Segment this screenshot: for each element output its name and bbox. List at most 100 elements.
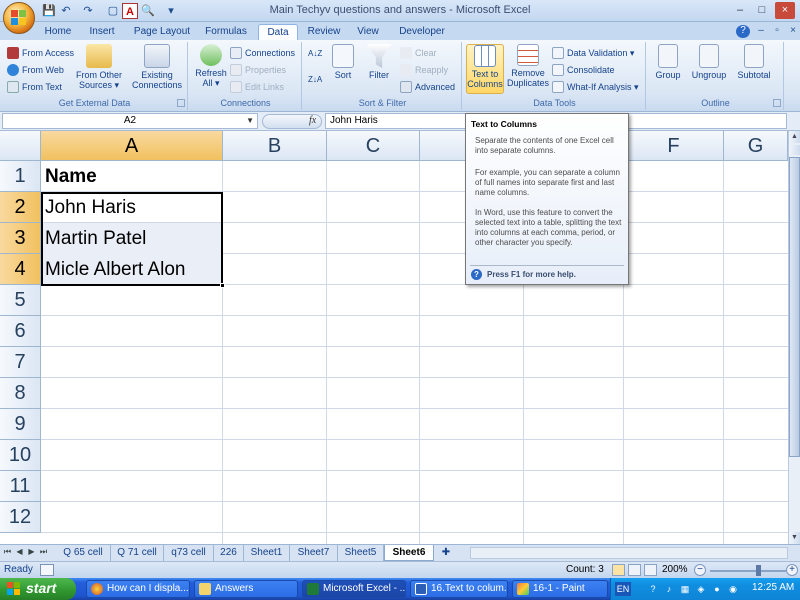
tab-home[interactable]: Home (40, 24, 76, 40)
text-to-columns-button[interactable]: Text to Columns (466, 44, 504, 94)
sheet-tab[interactable]: Sheet1 (244, 545, 290, 561)
scroll-down-icon[interactable]: ▼ (789, 532, 800, 544)
tab-formulas[interactable]: Formulas (200, 24, 252, 40)
properties-button[interactable]: Properties (230, 62, 286, 78)
data-validation-button[interactable]: Data Validation ▾ (552, 45, 634, 61)
zoom-slider-thumb[interactable] (756, 565, 761, 576)
close-button[interactable]: × (775, 2, 795, 19)
row-header-7[interactable]: 7 (0, 347, 41, 378)
help-icon[interactable]: ? (736, 25, 750, 38)
scroll-up-icon[interactable]: ▲ (789, 131, 800, 143)
row-header-11[interactable]: 11 (0, 471, 41, 502)
from-text-button[interactable]: From Text (7, 79, 62, 95)
macro-recording-icon[interactable] (40, 564, 54, 576)
zoom-in-icon[interactable]: + (786, 564, 798, 576)
insert-function-icon[interactable]: fx (309, 115, 316, 126)
split-box[interactable] (789, 145, 800, 155)
sort-button[interactable]: Sort (328, 44, 358, 94)
first-sheet-icon[interactable]: ⏮ (2, 547, 13, 557)
next-sheet-icon[interactable]: ▶ (26, 547, 37, 556)
worksheet-grid[interactable]: A B C D E F G 1 2 3 4 5 6 7 8 9 10 11 12… (0, 131, 788, 544)
clock[interactable]: 12:25 AM (752, 582, 794, 593)
ribbon-close-icon[interactable]: × (786, 25, 800, 38)
sheet-tab-active[interactable]: Sheet6 (384, 545, 434, 561)
reapply-button[interactable]: Reapply (400, 62, 448, 78)
sort-a-to-z-button[interactable]: A↓Z (308, 46, 322, 62)
vertical-scrollbar[interactable]: ▲ ▼ (788, 131, 800, 544)
page-break-view-icon[interactable] (644, 564, 657, 576)
tab-view[interactable]: View (350, 24, 386, 40)
sort-z-to-a-button[interactable]: Z↓A (308, 72, 322, 88)
sheet-tab[interactable]: Sheet7 (290, 545, 338, 561)
zoom-slider[interactable] (710, 570, 786, 572)
taskbar-item-excel[interactable]: Microsoft Excel - ... (302, 580, 406, 598)
ribbon-minimize-icon[interactable]: – (754, 25, 768, 38)
row-header-6[interactable]: 6 (0, 316, 41, 347)
language-indicator[interactable]: EN (615, 582, 631, 596)
taskbar-item-paint[interactable]: 16-1 - Paint (512, 580, 608, 598)
last-sheet-icon[interactable]: ⏭ (38, 547, 49, 557)
sheet-tab[interactable]: Q 71 cell (111, 545, 164, 561)
dialog-launcher-icon[interactable] (773, 99, 781, 107)
from-other-sources-button[interactable]: From Other Sources ▾ (74, 44, 124, 94)
filter-button[interactable]: Filter (362, 44, 396, 94)
existing-connections-button[interactable]: Existing Connections (130, 44, 184, 94)
tray-app-icon[interactable]: ● (711, 582, 723, 596)
shield-icon[interactable]: ◈ (695, 582, 707, 596)
sheet-tab[interactable]: 226 (214, 545, 244, 561)
taskbar-item-folder[interactable]: Answers (194, 580, 298, 598)
dialog-launcher-icon[interactable] (177, 99, 185, 107)
row-header-2[interactable]: 2 (0, 192, 41, 223)
what-if-analysis-button[interactable]: What-If Analysis ▾ (552, 79, 639, 95)
group-button[interactable]: Group (650, 44, 686, 94)
zoom-level[interactable]: 200% (662, 564, 688, 575)
taskbar-item-browser[interactable]: How can I displa... (86, 580, 190, 598)
consolidate-button[interactable]: Consolidate (552, 62, 615, 78)
prev-sheet-icon[interactable]: ◀ (14, 547, 25, 556)
column-header-a[interactable]: A (41, 131, 223, 161)
tab-developer[interactable]: Developer (394, 24, 450, 40)
remove-duplicates-button[interactable]: Remove Duplicates (506, 44, 550, 94)
row-header-12[interactable]: 12 (0, 502, 41, 533)
sheet-tab[interactable]: q73 cell (164, 545, 214, 561)
office-button[interactable] (3, 2, 35, 34)
fill-handle[interactable] (220, 283, 225, 288)
network-icon[interactable]: ▦ (679, 582, 691, 596)
subtotal-button[interactable]: Subtotal (732, 44, 776, 94)
refresh-all-button[interactable]: Refresh All ▾ (192, 44, 230, 94)
tab-insert[interactable]: Insert (82, 24, 122, 40)
row-header-8[interactable]: 8 (0, 378, 41, 409)
scroll-thumb[interactable] (789, 157, 800, 457)
sheet-tab[interactable]: Sheet5 (338, 545, 384, 561)
edit-links-button[interactable]: Edit Links (230, 79, 284, 95)
clear-button[interactable]: Clear (400, 45, 437, 61)
from-web-button[interactable]: From Web (7, 62, 64, 78)
row-header-9[interactable]: 9 (0, 409, 41, 440)
row-header-5[interactable]: 5 (0, 285, 41, 316)
column-header-f[interactable]: F (624, 131, 724, 161)
row-header-3[interactable]: 3 (0, 223, 41, 254)
sheet-tab[interactable]: Q 65 cell (56, 545, 111, 561)
tab-review[interactable]: Review (304, 24, 344, 40)
chevron-down-icon[interactable]: ▼ (246, 114, 254, 128)
tray-app-icon[interactable]: ◉ (727, 582, 739, 596)
name-box[interactable]: A2 ▼ (2, 113, 258, 129)
taskbar-item-word[interactable]: 16.Text to colum... (410, 580, 508, 598)
from-access-button[interactable]: From Access (7, 45, 74, 61)
cell-a1[interactable]: Name (41, 161, 223, 192)
minimize-button[interactable]: – (730, 2, 750, 19)
row-header-4[interactable]: 4 (0, 254, 41, 285)
tab-page-layout[interactable]: Page Layout (130, 24, 194, 40)
row-header-10[interactable]: 10 (0, 440, 41, 471)
select-all-button[interactable] (0, 131, 41, 161)
column-header-c[interactable]: C (327, 131, 420, 161)
maximize-button[interactable]: □ (752, 2, 772, 19)
row-header-1[interactable]: 1 (0, 161, 41, 192)
column-header-b[interactable]: B (223, 131, 327, 161)
page-layout-view-icon[interactable] (628, 564, 641, 576)
column-header-g[interactable]: G (724, 131, 788, 161)
ungroup-button[interactable]: Ungroup (688, 44, 730, 94)
tab-data[interactable]: Data (258, 24, 298, 40)
normal-view-icon[interactable] (612, 564, 625, 576)
zoom-out-icon[interactable]: − (694, 564, 706, 576)
